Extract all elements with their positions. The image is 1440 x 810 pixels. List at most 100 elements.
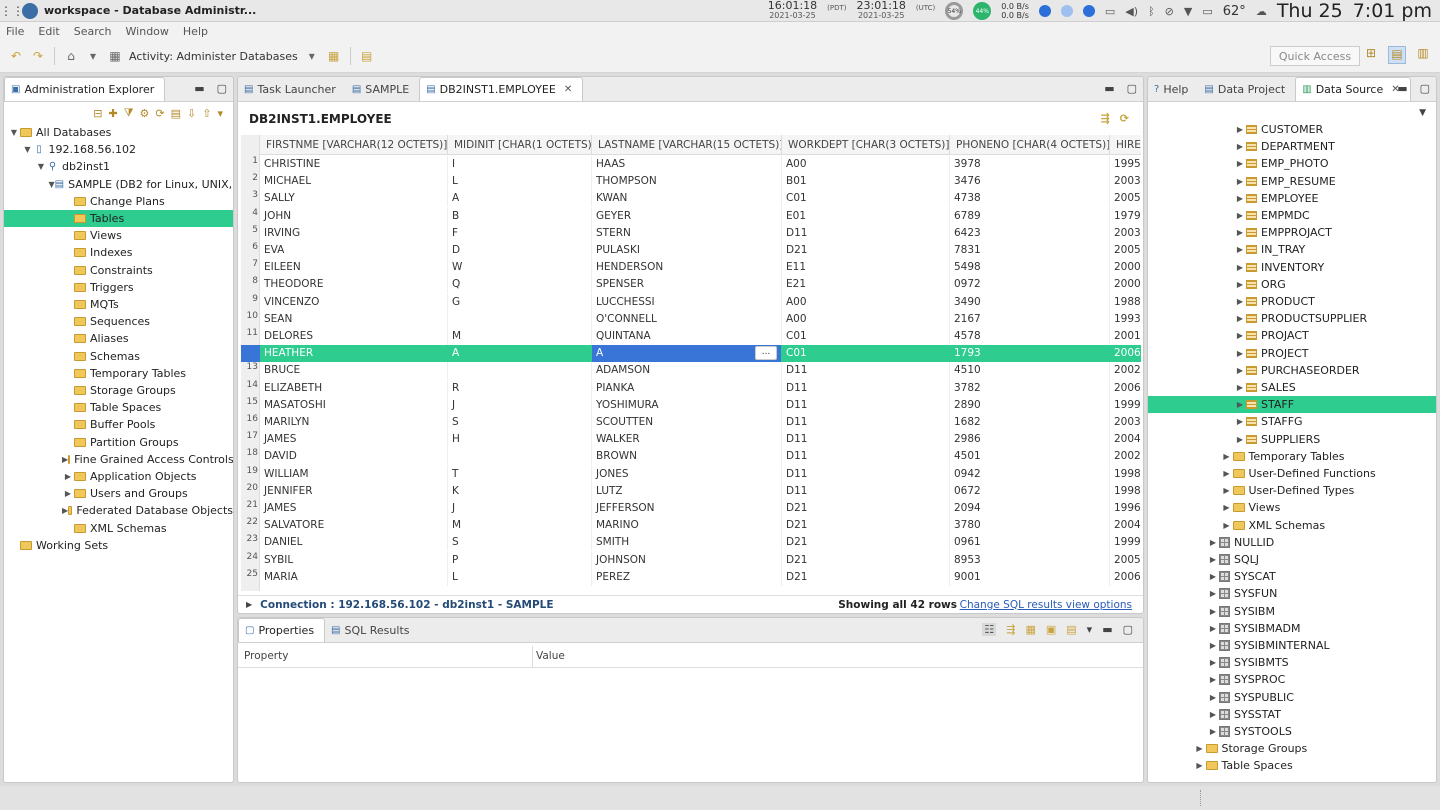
tree-toggle-icon[interactable]: ▶	[1234, 297, 1246, 306]
table-cell[interactable]: 0672	[950, 482, 1110, 500]
tree-toggle-icon[interactable]: ▶	[1207, 641, 1219, 650]
table-cell[interactable]: 1988-	[1110, 294, 1141, 311]
minimize-icon[interactable]: ▬	[1102, 623, 1112, 636]
explorer-tree-node[interactable]: ▼ ▯ 192.168.56.102	[4, 141, 233, 158]
activity-selector[interactable]: Activity: Administer Databases	[129, 50, 298, 63]
table-cell[interactable]: 2003	[1110, 414, 1141, 431]
table-row[interactable]: JAMES J JEFFERSON D21 2094 1996-	[260, 500, 1141, 517]
tab-sample[interactable]: ▤ SAMPLE	[346, 77, 419, 101]
row-number[interactable]: 17	[241, 431, 260, 448]
menu-window[interactable]: Window	[126, 25, 169, 38]
table-cell[interactable]: JAMES	[260, 431, 448, 449]
table-cell[interactable]: THEODORE	[260, 276, 448, 294]
import-icon[interactable]: ⇩	[187, 107, 196, 120]
table-cell[interactable]: D11	[782, 465, 950, 483]
datasource-tree-node[interactable]: ▶ SYSIBM	[1148, 603, 1436, 620]
tree-toggle-icon[interactable]: ▶	[1234, 228, 1246, 237]
table-cell[interactable]: SCOUTTEN	[592, 414, 782, 431]
collapse-all-icon[interactable]: ⊟	[93, 107, 102, 120]
table-cell[interactable]: BROWN	[592, 448, 782, 466]
row-number[interactable]: 12	[241, 345, 260, 363]
data-source-icon[interactable]: ▦	[326, 49, 342, 63]
explorer-tree-node[interactable]: Aliases	[4, 330, 233, 347]
table-cell[interactable]	[448, 310, 592, 328]
refresh-icon[interactable]: ⟳	[155, 107, 164, 120]
maximize-icon[interactable]: ▢	[1123, 623, 1133, 636]
forward-icon[interactable]: ↷	[30, 49, 46, 63]
table-cell[interactable]: PEREZ	[592, 568, 782, 586]
table-cell[interactable]: 4510	[950, 362, 1110, 380]
table-cell[interactable]: 2006	[1110, 380, 1141, 397]
table-row[interactable]: JAMES H WALKER D11 2986 2004	[260, 431, 1141, 449]
table-cell[interactable]: GEYER	[592, 207, 782, 225]
datasource-tree-node[interactable]: ▶ User-Defined Types	[1148, 482, 1436, 499]
datasource-tree-node[interactable]: ▶ EMP_RESUME	[1148, 173, 1436, 190]
table-cell[interactable]: 1996-	[1110, 500, 1141, 517]
table-cell[interactable]: 4578	[950, 328, 1110, 345]
table-cell[interactable]: MASATOSHI	[260, 396, 448, 414]
tab-sql-results[interactable]: ▤ SQL Results	[325, 618, 419, 642]
table-cell[interactable]: KWAN	[592, 190, 782, 208]
table-cell[interactable]: H	[448, 431, 592, 449]
datasource-tree-node[interactable]: ▶ Views	[1148, 499, 1436, 516]
table-cell[interactable]: 3490	[950, 293, 1110, 311]
row-number[interactable]: 13	[241, 362, 260, 379]
home-dropdown-icon[interactable]: ▾	[85, 49, 101, 63]
datasource-tree-node[interactable]: ▶ EMPMDC	[1148, 207, 1436, 224]
table-cell[interactable]: 4501	[950, 448, 1110, 466]
table-cell[interactable]: EVA	[260, 242, 448, 259]
column-header[interactable]: PHONENO [CHAR(4 OCTETS)]	[950, 135, 1110, 155]
table-cell[interactable]: 3978	[950, 156, 1110, 173]
table-row[interactable]: VINCENZO G LUCCHESSI A00 3490 1988-	[260, 293, 1141, 311]
table-cell[interactable]: DELORES	[260, 328, 448, 345]
tree-toggle-icon[interactable]: ▶	[1234, 417, 1246, 426]
column-header[interactable]: FIRSTNME [VARCHAR(12 OCTETS)]	[260, 135, 448, 155]
table-cell[interactable]: B01	[782, 173, 950, 191]
view-menu-icon[interactable]: ▾	[1087, 623, 1093, 636]
datasource-tree-node[interactable]: ▶ PRODUCT	[1148, 293, 1436, 310]
table-cell[interactable]: 2005	[1110, 242, 1141, 259]
datasource-tree-node[interactable]: ▶ IN_TRAY	[1148, 241, 1436, 258]
table-cell[interactable]: E11	[782, 259, 950, 277]
column-header[interactable]: MIDINIT [CHAR(1 OCTETS)]	[448, 135, 592, 155]
table-cell[interactable]: 1979-	[1110, 208, 1141, 225]
row-number[interactable]: 23	[241, 534, 260, 551]
datasource-tree-node[interactable]: ▶ PRODUCTSUPPLIER	[1148, 310, 1436, 327]
datasource-tree-node[interactable]: ▶ PROJACT	[1148, 327, 1436, 344]
table-cell[interactable]: 2001-	[1110, 328, 1141, 345]
table-cell[interactable]: D11	[782, 414, 950, 431]
tree-toggle-icon[interactable]: ▶	[1207, 727, 1219, 736]
table-cell[interactable]: L	[448, 173, 592, 191]
tree-toggle-icon[interactable]: ▶	[1234, 331, 1246, 340]
table-cell[interactable]: D21	[782, 517, 950, 535]
table-row[interactable]: DANIEL S SMITH D21 0961 1999-	[260, 534, 1141, 552]
explorer-tree-node[interactable]: ▶ Application Objects	[4, 468, 233, 485]
datasource-tree-node[interactable]: ▶ ORG	[1148, 276, 1436, 293]
table-cell[interactable]: D21	[782, 568, 950, 586]
table-cell[interactable]: A	[448, 190, 592, 208]
table-cell[interactable]: IRVING	[260, 224, 448, 242]
table-cell[interactable]: DANIEL	[260, 534, 448, 552]
table-cell[interactable]: Q	[448, 276, 592, 294]
quick-access-field[interactable]: Quick Access	[1270, 46, 1360, 66]
tree-toggle-icon[interactable]: ▶	[1234, 125, 1246, 134]
table-cell[interactable]: D21	[782, 242, 950, 259]
table-cell[interactable]: M	[448, 517, 592, 535]
table-cell[interactable]: SYBIL	[260, 551, 448, 569]
explorer-tree-node[interactable]: Buffer Pools	[4, 416, 233, 433]
explorer-tree-node[interactable]: ▶ Fine Grained Access Controls	[4, 451, 233, 468]
table-row[interactable]: SYBIL P JOHNSON D21 8953 2005	[260, 551, 1141, 569]
table-cell[interactable]: 0942	[950, 465, 1110, 483]
row-number[interactable]: 4	[241, 208, 260, 225]
sql-results-options-link[interactable]: Change SQL results view options	[960, 599, 1132, 611]
wifi-icon[interactable]: ▼	[1184, 5, 1192, 18]
row-number[interactable]: 6	[241, 242, 260, 259]
datasource-tree-node[interactable]: ▶ EMPLOYEE	[1148, 190, 1436, 207]
table-cell[interactable]: HENDERSON	[592, 259, 782, 277]
datasource-tree-node[interactable]: ▶ SYSIBMTS	[1148, 654, 1436, 671]
table-cell[interactable]: SALLY	[260, 190, 448, 208]
tree-toggle-icon[interactable]: ▶	[1207, 675, 1219, 684]
tree-toggle-icon[interactable]: ▶	[1234, 177, 1246, 186]
table-row[interactable]: HEATHER A A... C01 1793 2006	[260, 345, 1141, 363]
tree-toggle-icon[interactable]: ▶	[1234, 263, 1246, 272]
